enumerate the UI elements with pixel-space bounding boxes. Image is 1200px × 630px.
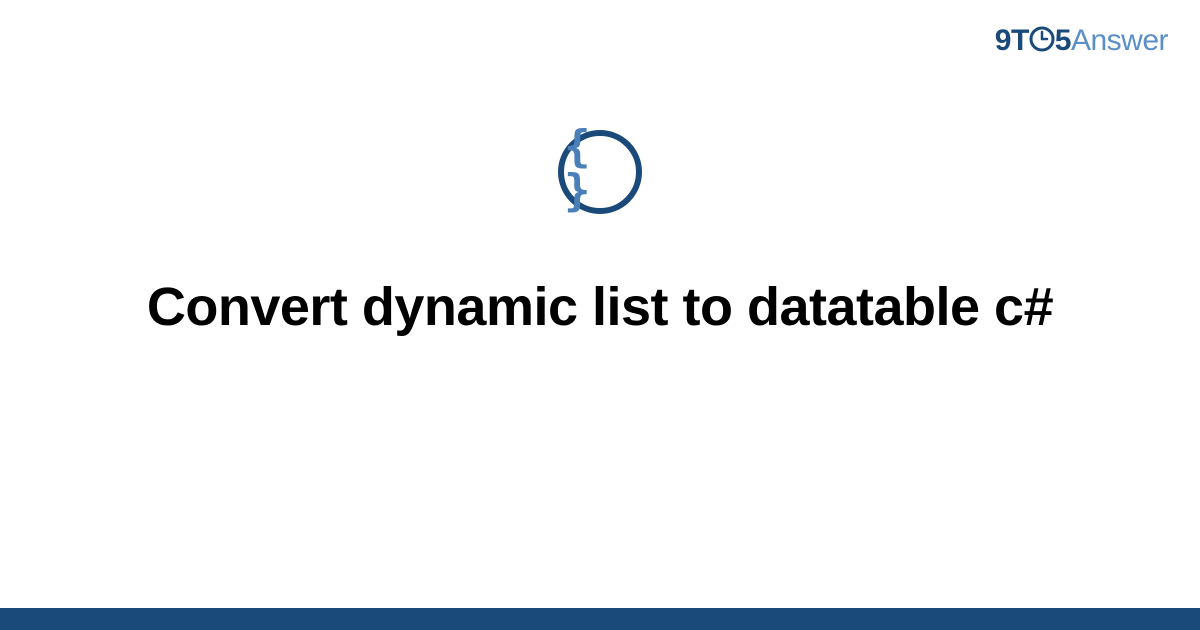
topic-icon-circle: { }	[558, 130, 642, 214]
brand-five: 5	[1055, 24, 1071, 57]
main-content: { } Convert dynamic list to datatable c#	[0, 130, 1200, 342]
clock-icon	[1029, 26, 1055, 52]
site-brand: 9T5Answer	[995, 24, 1168, 58]
brand-nine: 9	[995, 24, 1011, 57]
brand-t: T	[1011, 24, 1029, 57]
footer-bar	[0, 608, 1200, 630]
code-braces-icon: { }	[564, 125, 636, 219]
brand-answer: Answer	[1071, 24, 1168, 57]
page-title: Convert dynamic list to datatable c#	[147, 274, 1053, 342]
